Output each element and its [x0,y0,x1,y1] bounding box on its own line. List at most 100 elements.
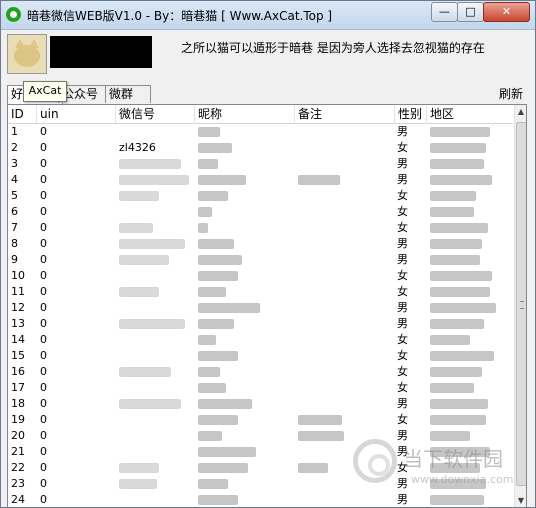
scroll-up-arrow-icon[interactable]: ▲ [515,105,526,119]
table-row[interactable]: 12 0 男 [8,300,513,316]
table-row[interactable]: 3 0 男 [8,156,513,172]
table-row[interactable]: 24 0 男 [8,492,513,507]
refresh-button[interactable]: 刷新 [499,85,523,102]
table-row[interactable]: 23 0 男 [8,476,513,492]
table-row[interactable]: 6 0 女 [8,204,513,220]
cell-region [430,140,486,156]
cell-gender: 男 [397,253,408,266]
avatar[interactable] [7,34,47,74]
cell-region [430,380,474,396]
cell-id: 1 [11,125,18,138]
cell-region [430,172,492,188]
cell-region [430,300,496,316]
cell-uin: 0 [40,445,47,458]
cell-uin: 0 [40,413,47,426]
cell-remark [298,412,342,428]
cell-uin: 0 [40,285,47,298]
col-id[interactable]: ID [8,105,37,123]
cell-nickname [198,460,248,476]
cell-region [430,268,492,284]
col-nickname[interactable]: 昵称 [195,105,295,123]
cell-region [430,252,480,268]
table-row[interactable]: 14 0 女 [8,332,513,348]
tab-groups[interactable]: 微群 [105,85,151,103]
cell-uin: 0 [40,253,47,266]
cell-id: 10 [11,269,25,282]
table-row[interactable]: 2 0 zl4326 女 [8,140,513,156]
window-title: 暗巷微信WEB版V1.0 - By：暗巷猫 [ Www.AxCat.Top ] [27,9,333,23]
cell-gender: 男 [397,445,408,458]
title-bar: 暗巷微信WEB版V1.0 - By：暗巷猫 [ Www.AxCat.Top ] … [1,1,535,30]
table-row[interactable]: 1 0 男 [8,124,513,140]
cell-uin: 0 [40,125,47,138]
cell-gender: 女 [397,189,408,202]
table-row[interactable]: 21 0 男 [8,444,513,460]
cell-wxid [119,284,159,300]
cell-nickname [198,204,212,220]
cell-nickname [198,332,216,348]
cell-wxid [119,396,181,412]
cell-gender: 男 [397,237,408,250]
table-row[interactable]: 13 0 男 [8,316,513,332]
cell-region [430,220,488,236]
cell-wxid [119,316,185,332]
table-row[interactable]: 10 0 女 [8,268,513,284]
cell-uin: 0 [40,189,47,202]
cell-uin: 0 [40,221,47,234]
cell-uin: 0 [40,301,47,314]
table-body: 1 0 男 2 0 zl4326 女 3 0 男 4 0 男 5 0 女 6 0 女 7 0 女 8 0 男 9 0 男 10 0 女 11 0… [8,124,513,507]
table-row[interactable]: 8 0 男 [8,236,513,252]
cell-wxid [119,220,153,236]
cell-id: 13 [11,317,25,330]
cell-id: 22 [11,461,25,474]
close-button[interactable]: ✕ [483,2,530,22]
table-row[interactable]: 19 0 女 [8,412,513,428]
contacts-table[interactable]: ID uin 微信号 昵称 备注 性别 地区 1 0 男 2 0 zl4326 女 3 0 男 4 0… [7,104,527,507]
cell-gender: 男 [397,157,408,170]
col-uin[interactable]: uin [37,105,116,123]
cell-id: 7 [11,221,18,234]
cell-nickname [198,300,260,316]
cell-region [430,412,486,428]
table-row[interactable]: 20 0 男 [8,428,513,444]
cell-id: 20 [11,429,25,442]
cell-uin: 0 [40,397,47,410]
table-row[interactable]: 17 0 女 [8,380,513,396]
cell-id: 19 [11,413,25,426]
table-row[interactable]: 15 0 女 [8,348,513,364]
cell-nickname [198,284,226,300]
scroll-thumb[interactable] [516,122,526,486]
cell-nickname [198,172,246,188]
cell-region [430,204,474,220]
minimize-button[interactable]: — [431,2,458,22]
grip-icon [520,301,524,309]
table-row[interactable]: 5 0 女 [8,188,513,204]
table-row[interactable]: 18 0 男 [8,396,513,412]
maximize-button[interactable]: □ [457,2,484,22]
vertical-scrollbar[interactable]: ▲ ▼ [514,105,526,507]
col-gender[interactable]: 性别 [395,105,427,123]
col-wxid[interactable]: 微信号 [116,105,195,123]
table-row[interactable]: 9 0 男 [8,252,513,268]
table-row[interactable]: 11 0 女 [8,284,513,300]
table-row[interactable]: 16 0 女 [8,364,513,380]
cell-gender: 女 [397,365,408,378]
table-row[interactable]: 7 0 女 [8,220,513,236]
cell-uin: 0 [40,333,47,346]
cell-uin: 0 [40,269,47,282]
table-row[interactable]: 4 0 男 [8,172,513,188]
cell-wxid [119,172,189,188]
cell-gender: 女 [397,333,408,346]
cell-uin: 0 [40,429,47,442]
cell-region [430,124,490,140]
col-region[interactable]: 地区 [427,105,514,123]
cell-id: 11 [11,285,25,298]
scroll-down-arrow-icon[interactable]: ▼ [515,494,526,507]
cell-wxid: zl4326 [119,141,156,154]
cell-nickname [198,188,228,204]
cell-gender: 女 [397,413,408,426]
cell-remark [298,428,344,444]
cell-nickname [198,396,252,412]
table-row[interactable]: 22 0 女 [8,460,513,476]
col-remark[interactable]: 备注 [295,105,395,123]
